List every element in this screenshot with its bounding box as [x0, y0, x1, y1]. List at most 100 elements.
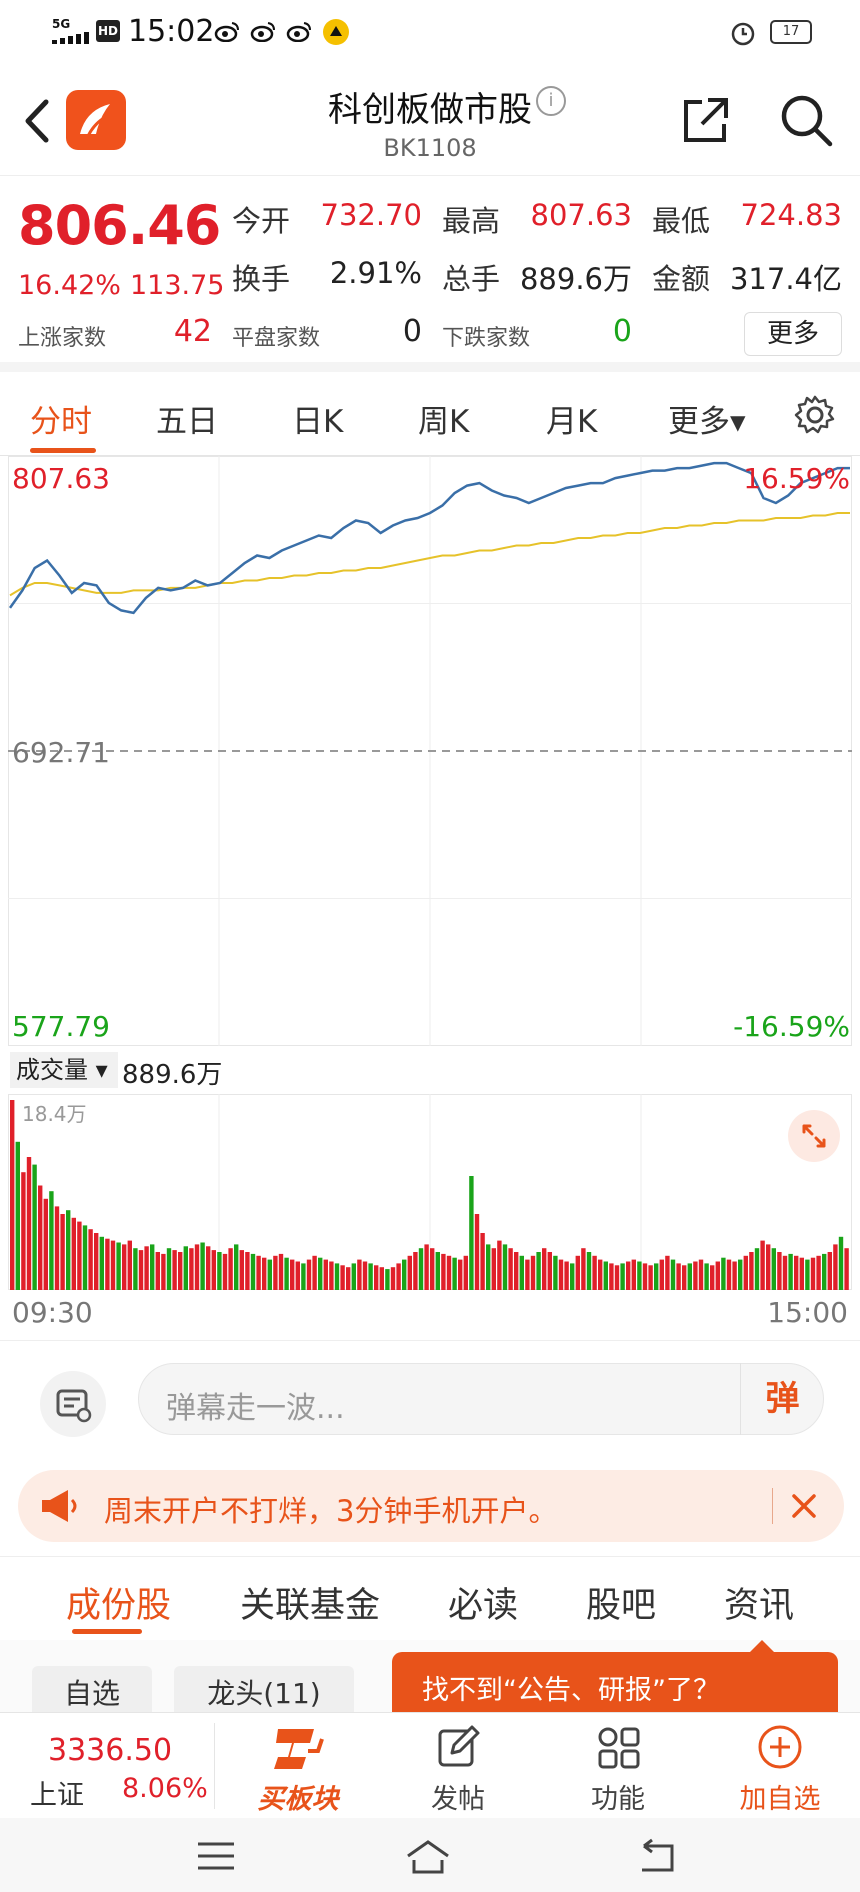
active-tab-indicator: [30, 448, 96, 453]
volume-bar: [66, 1210, 71, 1290]
volume-bar: [693, 1261, 698, 1290]
volume-bar: [396, 1263, 401, 1290]
volume-bar: [614, 1265, 620, 1290]
volume-bar: [637, 1261, 642, 1290]
volume-bar: [575, 1255, 580, 1290]
info-icon[interactable]: i: [536, 86, 566, 116]
tab-news[interactable]: 资讯: [724, 1577, 794, 1628]
post-label[interactable]: 发帖: [398, 1777, 518, 1816]
volume-bar: [536, 1252, 541, 1290]
volume-bar: [738, 1259, 743, 1290]
volume-indicator-selector[interactable]: 成交量 ▾: [10, 1052, 118, 1088]
volume-bar: [138, 1250, 144, 1290]
weibo-icon: [250, 22, 275, 42]
features-label[interactable]: 功能: [558, 1777, 678, 1816]
volume-bar: [760, 1240, 765, 1290]
turnover-value: 2.91%: [329, 256, 422, 290]
volume-bar: [469, 1176, 474, 1290]
volume-bar: [38, 1185, 43, 1290]
volume-value: 889.6万: [519, 262, 632, 296]
volume-bar: [715, 1261, 720, 1290]
volume-bar: [273, 1255, 278, 1290]
tab-forum[interactable]: 股吧: [586, 1577, 656, 1628]
volume-bar: [474, 1214, 480, 1290]
volume-bar: [570, 1263, 575, 1290]
volume-bar: [682, 1265, 687, 1290]
volume-bar: [799, 1257, 804, 1290]
volume-bar: [362, 1261, 368, 1290]
volume-bar: [21, 1172, 26, 1290]
volume-bar: [603, 1261, 608, 1290]
volume-bar: [424, 1244, 429, 1290]
volume-bar: [525, 1259, 530, 1290]
volume-bar: [357, 1259, 362, 1290]
network-indicator: 5G: [52, 17, 71, 31]
volume-bar: [654, 1263, 659, 1290]
back-nav-icon[interactable]: [632, 1836, 680, 1876]
volume-bar: [94, 1233, 99, 1290]
volume-bar: [418, 1248, 424, 1290]
volume-bar: [390, 1267, 396, 1290]
index-value[interactable]: 3336.50: [48, 1733, 172, 1768]
features-icon[interactable]: [594, 1723, 642, 1771]
volume-bar: [206, 1246, 211, 1290]
intraday-price-chart[interactable]: [8, 456, 852, 1046]
volume-bar: [295, 1261, 300, 1290]
volume-bar: [239, 1250, 244, 1290]
promo-banner[interactable]: 周末开户不打烊，3分钟手机开户。: [18, 1470, 844, 1542]
tab-constituents[interactable]: 成份股: [66, 1577, 171, 1628]
volume-bar: [446, 1255, 452, 1290]
tab-more[interactable]: 更多▾: [668, 396, 746, 441]
search-icon[interactable]: [778, 92, 834, 148]
volume-bar: [782, 1255, 788, 1290]
volume-bar: [318, 1257, 323, 1290]
tab-five-day[interactable]: 五日: [156, 396, 218, 441]
chip-leaders[interactable]: 龙头(11): [174, 1666, 354, 1712]
chip-watchlist[interactable]: 自选: [32, 1666, 152, 1712]
expand-chart-button[interactable]: [788, 1110, 840, 1162]
battery-icon: 17: [770, 20, 812, 44]
home-icon[interactable]: [404, 1836, 452, 1876]
share-icon[interactable]: [680, 94, 732, 146]
volume-bar: [670, 1259, 676, 1290]
volume-bar: [385, 1269, 390, 1290]
buy-block-label[interactable]: 买板块: [238, 1777, 358, 1816]
tab-daily-k[interactable]: 日K: [292, 396, 343, 441]
tab-related-funds[interactable]: 关联基金: [240, 1577, 380, 1628]
down-count-label: 下跌家数: [442, 326, 531, 351]
index-percent: 8.06%: [122, 1773, 208, 1804]
volume-bar: [435, 1252, 440, 1290]
volume-bar: [278, 1253, 284, 1290]
menu-icon[interactable]: [192, 1836, 240, 1876]
volume-bar: [844, 1248, 849, 1290]
tab-must-read[interactable]: 必读: [448, 1577, 518, 1628]
volume-bar: [732, 1261, 737, 1290]
volume-bar: [161, 1253, 166, 1290]
volume-bar: [698, 1259, 704, 1290]
add-watchlist-icon[interactable]: [756, 1723, 804, 1771]
tab-intraday[interactable]: 分时: [30, 396, 92, 441]
volume-bar: [609, 1263, 614, 1290]
tab-weekly-k[interactable]: 周K: [418, 396, 469, 441]
volume-bar: [749, 1252, 754, 1290]
volume-bar: [502, 1244, 508, 1290]
chart-period-tabs: 分时 五日 日K 周K 月K 更多▾: [0, 372, 860, 456]
status-bar: 5G HD 15:02 17: [0, 0, 860, 66]
volume-bar: [491, 1248, 496, 1290]
add-watchlist-label[interactable]: 加自选: [720, 1777, 840, 1816]
volume-bar: [626, 1261, 631, 1290]
tab-monthly-k[interactable]: 月K: [546, 396, 597, 441]
more-quote-button[interactable]: 更多: [744, 312, 842, 356]
alarm-icon: [731, 22, 755, 46]
app-notification-icon: [323, 19, 349, 45]
post-icon[interactable]: [434, 1723, 482, 1771]
volume-chart[interactable]: [8, 1094, 852, 1290]
buy-block-icon[interactable]: [270, 1723, 326, 1775]
close-icon[interactable]: [782, 1484, 826, 1528]
volume-bar: [665, 1255, 670, 1290]
danmaku-settings-button[interactable]: [40, 1371, 106, 1437]
time-start-label: 09:30: [12, 1296, 93, 1329]
gear-icon[interactable]: [794, 394, 836, 436]
volume-bar: [116, 1242, 121, 1290]
danmaku-send-button[interactable]: 弹: [740, 1363, 824, 1435]
